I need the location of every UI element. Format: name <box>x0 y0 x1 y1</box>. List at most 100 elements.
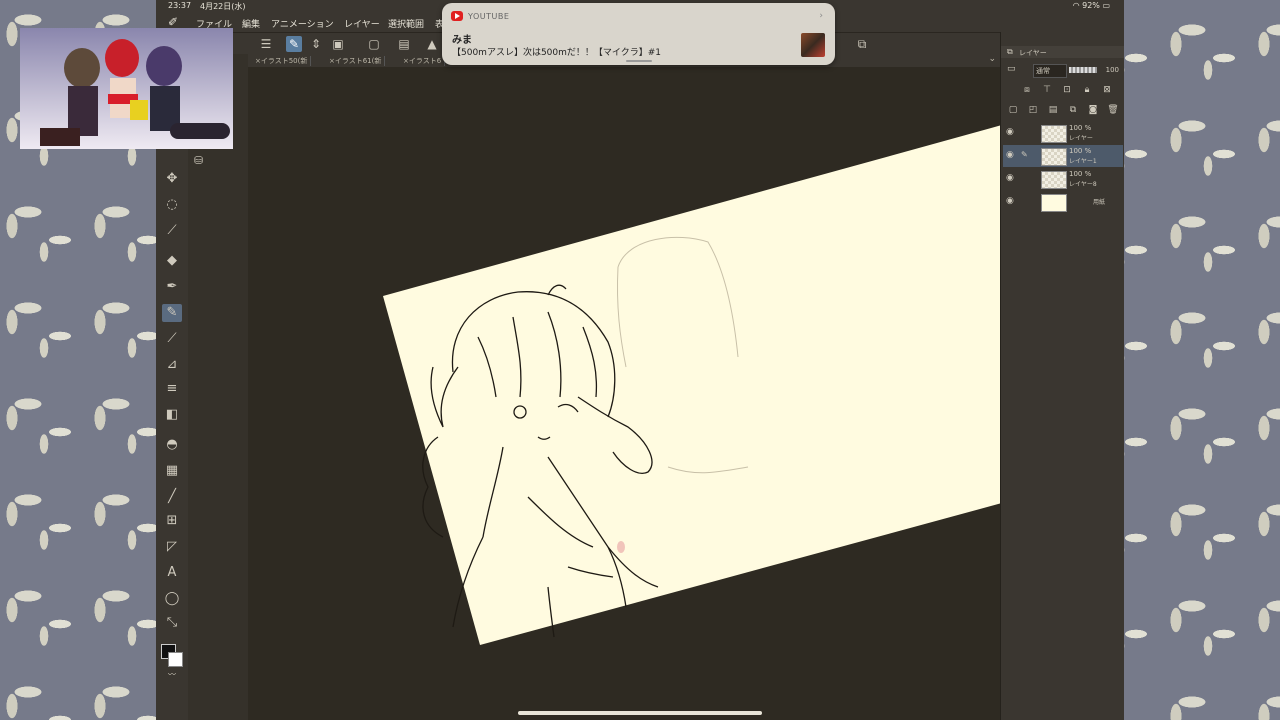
mask-icon[interactable]: ⊠ <box>1101 84 1113 96</box>
quick-access-icon[interactable]: ✎ <box>286 36 302 52</box>
eye-icon[interactable]: ◉ <box>1006 173 1014 183</box>
layer-opacity: 100 % <box>1069 170 1092 178</box>
menu-edit[interactable]: 編集 <box>242 17 260 30</box>
layer-row[interactable]: ◉ 100 % レイヤー <box>1003 122 1123 144</box>
layer-panel: ⧉ レイヤー ▭ 通常 100 ⧈ ⊤ ⊡ 🔒︎ ⊠ ▢ ◰ ▤ ⧉ ◙ 🗑︎ … <box>1000 32 1124 720</box>
battery-percent: 92% <box>1082 1 1100 10</box>
app-logo-icon[interactable]: ✐ <box>168 15 178 29</box>
layer-name: レイヤー1 <box>1069 158 1097 165</box>
layer-opacity: 100 % <box>1069 147 1092 155</box>
status-time: 23:37 <box>168 1 192 10</box>
canvas-area[interactable] <box>248 67 1000 720</box>
menu-selection[interactable]: 選択範囲 <box>388 17 424 30</box>
layer-row-selected[interactable]: ◉ ✎ 100 % レイヤー1 <box>1003 145 1123 167</box>
blend-mode-select[interactable]: 通常 <box>1033 64 1067 78</box>
layer-actions-row: ▢ ◰ ▤ ⧉ ◙ 🗑︎ <box>1005 104 1121 118</box>
screen-icon[interactable]: ▣ <box>330 36 346 52</box>
blend-icon[interactable]: ◓ <box>162 436 182 454</box>
clip-layer-icon[interactable]: ⧈ <box>1021 84 1033 96</box>
layer-name: レイヤー <box>1069 135 1093 142</box>
layer-row-paper[interactable]: ◉ 用紙 <box>1003 191 1123 213</box>
clip-icon[interactable]: ⧉ <box>854 36 870 52</box>
lock-icon[interactable]: 🔒︎ <box>1081 84 1093 96</box>
tab-illust-6x[interactable]: ×イラスト6 <box>400 56 446 66</box>
gradient-icon[interactable]: ▦ <box>162 462 182 480</box>
opacity-slider[interactable] <box>1069 67 1097 73</box>
draft-icon[interactable]: ⊡ <box>1061 84 1073 96</box>
paper[interactable] <box>383 125 1000 645</box>
pencil-icon: ✎ <box>1021 150 1028 159</box>
layer-thumbnail <box>1041 148 1067 166</box>
notification-thumbnail <box>801 33 825 57</box>
color-dot <box>617 541 625 553</box>
tab-illust-61[interactable]: ×イラスト61(新 <box>326 56 386 66</box>
open-folder-icon[interactable]: ▤ <box>396 36 412 52</box>
layer-options-row: ⧈ ⊤ ⊡ 🔒︎ ⊠ <box>1005 84 1121 98</box>
move-icon[interactable]: ✥ <box>162 170 182 188</box>
balloon-icon[interactable]: ◯ <box>162 590 182 608</box>
home-indicator[interactable] <box>518 711 762 715</box>
correct-line-icon[interactable]: ⤡ <box>162 614 182 632</box>
layer-row[interactable]: ◉ 100 % レイヤー8 <box>1003 168 1123 190</box>
chevron-right-icon[interactable]: › <box>819 11 823 21</box>
lasso-icon[interactable]: ◌ <box>162 196 182 214</box>
brush-icon[interactable]: ⟋ <box>162 330 182 348</box>
chevron-down-icon[interactable]: ⌄ <box>988 54 996 64</box>
battery-status: ◠ 92% ▭ <box>1073 1 1110 10</box>
layer-stack-icon: ⧉ <box>1007 47 1013 56</box>
youtube-notification[interactable]: YOUTUBE › みま 【500mアスレ】次は500mだ！！【マイクラ】#1 <box>442 3 835 65</box>
notification-sender: みま <box>452 35 472 46</box>
frame-icon[interactable]: ⊞ <box>162 512 182 530</box>
right-decorative-pattern <box>1124 0 1280 720</box>
layer-name: レイヤー8 <box>1069 181 1097 188</box>
eye-icon[interactable]: ◉ <box>1006 127 1014 137</box>
eyedropper-icon[interactable]: ⟋ <box>162 222 182 240</box>
eye-icon[interactable]: ◉ <box>1006 196 1014 206</box>
decoration-icon[interactable]: ≡ <box>162 380 182 398</box>
ruler-icon[interactable]: ◸ <box>162 538 182 556</box>
ipad-screen: 23:37 4月22日(水) ◠ 92% ▭ ✐ ファイル 編集 アニメーション… <box>156 0 1124 720</box>
new-vector-layer-icon[interactable]: ◰ <box>1027 104 1039 116</box>
background-color-swatch[interactable] <box>168 652 183 667</box>
wifi-icon: ◠ <box>1072 1 1080 10</box>
subtool-panel: ⛁ <box>188 54 248 720</box>
layer-thumbnail <box>1041 171 1067 189</box>
stream-overlay-image <box>20 28 233 149</box>
tab-illust-50[interactable]: ×イラスト50(新 <box>252 56 312 66</box>
status-date: 4月22日(水) <box>200 2 246 11</box>
text-icon[interactable]: A <box>162 564 182 582</box>
pencil-icon[interactable]: ✎ <box>162 304 182 322</box>
pen-icon[interactable]: ✒ <box>162 278 182 296</box>
tool-palette: ✥ ◌ ⟋ ◆ ✒ ✎ ⟋ ⊿ ≡ ◧ ◓ ▦ ╱ ⊞ ◸ A ◯ ⤡ 〰 <box>156 54 188 720</box>
save-icon[interactable]: ▲ <box>424 36 440 52</box>
hamburger-icon[interactable]: ☰ <box>258 36 274 52</box>
new-raster-layer-icon[interactable]: ▢ <box>1007 104 1019 116</box>
battery-icon: ▭ <box>1102 1 1110 10</box>
chevron-updown-icon[interactable]: ⇕ <box>308 36 324 52</box>
new-file-icon[interactable]: ▢ <box>366 36 382 52</box>
duplicate-layer-icon[interactable]: ⧉ <box>1067 104 1079 116</box>
eraser-icon[interactable]: ◧ <box>162 406 182 424</box>
eye-icon[interactable]: ◉ <box>1006 150 1014 160</box>
subtool-icon[interactable]: ⛁ <box>194 154 203 167</box>
blend-row: ▭ 通常 100 <box>1005 64 1121 78</box>
canvas-drawing[interactable] <box>248 67 1000 720</box>
menu-layer[interactable]: レイヤー <box>344 17 380 30</box>
opacity-value[interactable]: 100 <box>1106 64 1119 76</box>
layer-mask-icon[interactable]: ◙ <box>1087 104 1099 116</box>
delete-layer-icon[interactable]: 🗑︎ <box>1107 104 1119 116</box>
layer-opacity: 100 % <box>1069 124 1092 132</box>
airbrush-icon[interactable]: ⊿ <box>162 356 182 374</box>
layer-thumbnail <box>1041 125 1067 143</box>
notification-grabber[interactable] <box>626 60 652 62</box>
layer-name: 用紙 <box>1093 199 1106 206</box>
color-swap-icon[interactable]: 〰 <box>162 666 182 684</box>
fill-icon[interactable]: ◆ <box>162 252 182 270</box>
menu-animation[interactable]: アニメーション <box>271 17 334 30</box>
new-folder-icon[interactable]: ▤ <box>1047 104 1059 116</box>
layer-property-icon[interactable]: ▭ <box>1007 64 1016 74</box>
line-icon[interactable]: ╱ <box>162 488 182 506</box>
ref-layer-icon[interactable]: ⊤ <box>1041 84 1053 96</box>
youtube-icon <box>451 11 463 21</box>
layer-panel-header: ⧉ レイヤー <box>1001 46 1124 58</box>
